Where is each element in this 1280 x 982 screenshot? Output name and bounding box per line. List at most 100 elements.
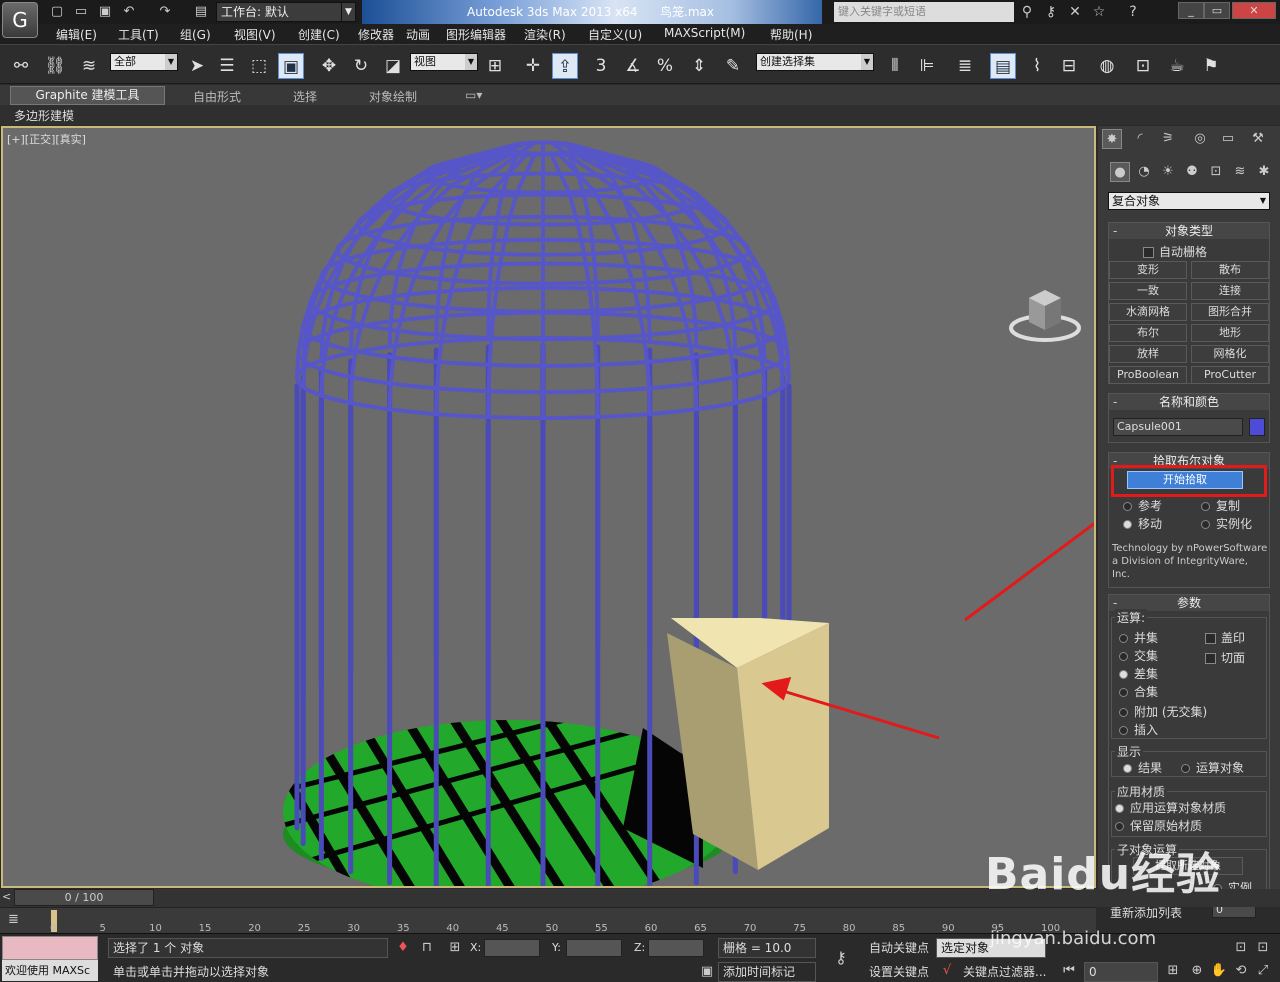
graphite-toggle-icon[interactable]: ▤	[990, 53, 1016, 79]
zoom-icon[interactable]: ⊕	[1188, 963, 1206, 978]
manipulate-icon[interactable]: ✛	[520, 53, 546, 79]
zoom-extents-icon[interactable]: ⊡	[1232, 940, 1250, 955]
help-icon[interactable]: ?	[1122, 2, 1144, 22]
lights-icon[interactable]: ☀	[1158, 162, 1178, 182]
tab-selection[interactable]: 选择	[293, 88, 317, 105]
op-merge-radio[interactable]: 合集	[1119, 683, 1158, 700]
pick-move-radio[interactable]: 移动	[1123, 515, 1162, 532]
object-color-swatch[interactable]	[1249, 418, 1265, 436]
modify-tab-icon[interactable]: ◜	[1130, 129, 1150, 149]
link-icon[interactable]: ⚯	[8, 53, 34, 79]
menu-create[interactable]: 创建(C)	[298, 26, 340, 43]
unlink-icon[interactable]: ⛓	[42, 53, 68, 79]
project-folder-icon[interactable]: ▤	[192, 3, 210, 21]
procutter-button[interactable]: ProCutter	[1191, 366, 1269, 384]
new-file-icon[interactable]: ▢	[48, 3, 66, 21]
menu-help[interactable]: 帮助(H)	[770, 26, 812, 43]
undo-icon[interactable]: ↶	[120, 3, 138, 21]
rotate-icon[interactable]: ↻	[348, 53, 374, 79]
tab-freeform[interactable]: 自由形式	[193, 88, 241, 105]
orbit-icon[interactable]: ⟲	[1232, 963, 1250, 978]
display-operands-radio[interactable]: 运算对象	[1181, 759, 1244, 776]
time-config-icon[interactable]: ⊞	[1164, 963, 1182, 978]
apply-operand-material-radio[interactable]: 应用运算对象材质	[1115, 799, 1226, 816]
schematic-view-icon[interactable]: ⊟	[1056, 53, 1082, 79]
rendered-frame-icon[interactable]: ☕	[1164, 53, 1190, 79]
snaps-toggle-icon[interactable]: 3	[588, 53, 614, 79]
app-logo-button[interactable]: G	[2, 2, 38, 38]
maximize-button[interactable]: ▭	[1204, 2, 1230, 19]
auto-key-button[interactable]: 自动关键点	[864, 938, 934, 958]
geometry-icon[interactable]: ●	[1110, 162, 1130, 182]
ref-coord-select[interactable]: 视图 ▼	[410, 53, 478, 71]
pan-icon[interactable]: ✋	[1210, 963, 1228, 978]
spinner-snap-icon[interactable]: ⇕	[686, 53, 712, 79]
tab-object-paint[interactable]: 对象绘制	[369, 88, 417, 105]
maximize-viewport-icon[interactable]: ⤢	[1254, 963, 1272, 978]
shapes-icon[interactable]: ◔	[1134, 162, 1154, 182]
boolean-button[interactable]: 布尔	[1109, 324, 1187, 342]
menu-animation[interactable]: 动画	[406, 26, 430, 43]
display-result-radio[interactable]: 结果	[1123, 759, 1162, 776]
binoculars-icon[interactable]: ⚲	[1016, 2, 1038, 22]
open-file-icon[interactable]: ▭	[72, 3, 90, 21]
material-editor-icon[interactable]: ◍	[1094, 53, 1120, 79]
op-subtraction-radio[interactable]: 差集	[1119, 665, 1158, 682]
op-union-radio[interactable]: 并集	[1119, 629, 1158, 646]
shapemerge-button[interactable]: 图形合并	[1191, 303, 1269, 321]
scatter-button[interactable]: 散布	[1191, 261, 1269, 279]
pick-copy-radio[interactable]: 复制	[1201, 497, 1240, 514]
conform-button[interactable]: 一致	[1109, 282, 1187, 300]
align-icon[interactable]: ⊫	[914, 53, 940, 79]
key-mode-icon[interactable]: ⚷	[832, 948, 850, 967]
layer-manager-icon[interactable]: ≣	[952, 53, 978, 79]
polygon-modeling-label[interactable]: 多边形建模	[14, 107, 74, 124]
redo-icon[interactable]: ↷	[156, 3, 174, 21]
selection-lock-icon[interactable]: ⊓	[418, 940, 436, 955]
key-filters-button[interactable]: 关键点过滤器...	[958, 962, 1048, 982]
cut-checkbox[interactable]: 切面	[1205, 649, 1245, 666]
search-input[interactable]: 键入关键字或短语	[834, 2, 1014, 22]
time-slider[interactable]: 0 / 100	[14, 889, 154, 906]
utilities-tab-icon[interactable]: ⚒	[1248, 129, 1268, 149]
op-intersection-radio[interactable]: 交集	[1119, 647, 1158, 664]
close-button[interactable]: ✕	[1232, 2, 1276, 19]
star-icon[interactable]: ☆	[1088, 2, 1110, 22]
maxscript-listener-mini[interactable]	[2, 936, 98, 960]
angle-snap-icon[interactable]: ∡	[620, 53, 646, 79]
render-icon[interactable]: ⚑	[1198, 53, 1224, 79]
rect-selection-icon[interactable]: ⬚	[246, 53, 272, 79]
systems-icon[interactable]: ✱	[1254, 162, 1274, 182]
save-icon[interactable]: ▣	[96, 3, 114, 21]
curve-editor-icon[interactable]: ⌇	[1024, 53, 1050, 79]
blobmesh-button[interactable]: 水滴网格	[1109, 303, 1187, 321]
proboolean-button[interactable]: ProBoolean	[1109, 366, 1187, 384]
pick-reference-radio[interactable]: 参考	[1123, 497, 1162, 514]
window-crossing-icon[interactable]: ▣	[278, 53, 304, 79]
track-bar[interactable]: ≣ 0 5 10 15 20 25 30 35 40 45 50 55 60 65 70 75 80 85 90 95…	[0, 907, 1096, 934]
pivot-center-icon[interactable]: ⊞	[482, 53, 508, 79]
prev-frame-icon[interactable]: <	[2, 890, 11, 903]
autogrid-checkbox[interactable]: 自动栅格	[1143, 243, 1207, 260]
retain-original-material-radio[interactable]: 保留原始材质	[1115, 817, 1202, 834]
menu-edit[interactable]: 编辑(E)	[56, 26, 97, 43]
morph-button[interactable]: 变形	[1109, 261, 1187, 279]
helpers-icon[interactable]: ⊡	[1206, 162, 1226, 182]
menu-graph-editors[interactable]: 图形编辑器	[446, 26, 506, 43]
z-coord-field[interactable]	[648, 939, 704, 957]
add-time-tag[interactable]: 添加时间标记	[718, 962, 816, 982]
object-type-header[interactable]: - 对象类型	[1109, 223, 1269, 239]
tab-graphite[interactable]: Graphite 建模工具	[10, 86, 165, 105]
ribbon-options-icon[interactable]: ▭▾	[465, 88, 482, 102]
go-to-start-icon[interactable]: ⏮	[1060, 963, 1078, 978]
imprint-checkbox[interactable]: 盖印	[1205, 629, 1245, 646]
name-color-header[interactable]: - 名称和颜色	[1109, 394, 1269, 410]
menu-customize[interactable]: 自定义(U)	[588, 26, 642, 43]
current-frame-field[interactable]: 0	[1084, 962, 1158, 982]
mesher-button[interactable]: 网格化	[1191, 345, 1269, 363]
op-attach-radio[interactable]: 附加 (无交集)	[1119, 703, 1207, 720]
space-warps-icon[interactable]: ≋	[1230, 162, 1250, 182]
connect-button[interactable]: 连接	[1191, 282, 1269, 300]
communication-icon[interactable]: ✕	[1064, 2, 1086, 22]
mirror-icon[interactable]: ⫴	[882, 53, 908, 79]
